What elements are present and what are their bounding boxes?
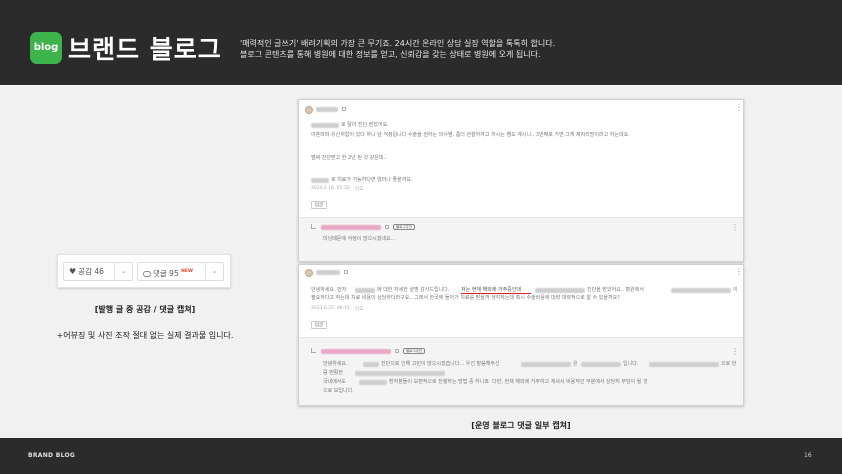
blurred-text <box>521 362 571 367</box>
blurred-text <box>535 288 585 293</box>
header-desc-line-2: 블로그 콘텐츠를 통해 병원에 대한 정보를 얻고, 신뢰감을 갖는 상태로 병… <box>240 50 541 59</box>
comment-text: 벌써 진단받고 한 2년 된 것 같은데.. <box>311 155 387 161</box>
reply-text: 으로 보입니다. <box>323 388 354 394</box>
blurred-text <box>355 371 445 376</box>
blog-owner-badge: 블로그주인 <box>403 348 426 354</box>
blurred-text <box>671 288 731 293</box>
highlighted-text: 저는 현재 해외에 거주중인데 <box>461 287 521 293</box>
comment-icon <box>143 271 151 277</box>
page-header: blog 브랜드 블로그 '매력적인 글쓰기' 배려기획의 가장 큰 무기죠. … <box>0 0 842 85</box>
comment-count: 댓글 95 <box>153 269 179 278</box>
reply-text: 미닝때문에 걱정이 많으시겠네요... <box>323 236 396 242</box>
comment-text: 필요하다고 하는데 치료 비용이 상당하더라구요.. 그래서 한국에 들어가 치… <box>311 295 620 301</box>
comment-text: 이혼마려 유산위험이 있다 하니 넘 걱정됩니다 수술을 권하는 의사쌤, 좀더… <box>311 132 630 138</box>
comment-date: 2024.2.16. 01:32 <box>311 186 350 191</box>
blurred-text <box>311 178 329 183</box>
like-comment-capture: ♥ 공감 46 ⌄ 댓글 95 NEW ⌄ <box>57 254 231 288</box>
chevron-down-icon[interactable]: ⌄ <box>114 263 132 280</box>
lock-icon <box>395 349 399 353</box>
more-icon[interactable]: ⋮ <box>731 224 739 232</box>
blurred-username <box>316 107 338 112</box>
lock-icon <box>344 270 348 274</box>
blurred-text <box>355 288 375 293</box>
more-icon[interactable]: ⋮ <box>735 104 743 112</box>
blurred-text <box>649 362 719 367</box>
blurred-text <box>311 123 339 128</box>
comment-screenshot-1: ⋮ 로 탈이 진단 받았어요. 이혼마려 유산위험이 있다 하니 넘 걱정됩니다… <box>298 99 744 262</box>
right-caption: [운영 블로그 댓글 일부 캡쳐] <box>471 421 571 430</box>
comment-text: 진단을 받았어요.. 병원에서 <box>587 287 644 293</box>
blog-logo-icon: blog <box>30 32 62 64</box>
header-description: '매력적인 글쓰기' 배려기획의 가장 큰 무기죠. 24시간 온라인 상담 실… <box>240 38 555 60</box>
reply-text: 안녕하세요. <box>323 361 348 367</box>
blurred-text <box>581 362 621 367</box>
reply-text: 환자분들이 보편적으로 진행하는 방법 중 하나죠. 다만, 현재 해외에 거주… <box>389 379 648 385</box>
comment-text: 안녕하세요. 먼저 <box>311 287 347 293</box>
reply-area: 블로그주인 ⋮ 미닝때문에 걱정이 많으시겠네요... <box>299 217 743 261</box>
like-count: 공감 46 <box>78 267 104 276</box>
more-icon[interactable]: ⋮ <box>735 268 743 276</box>
comment-date: 2023.6.25. 08:15 <box>311 306 350 311</box>
blog-owner-badge: 블로그주인 <box>393 224 416 230</box>
blurred-blog-name <box>321 349 391 354</box>
more-icon[interactable]: ⋮ <box>731 348 739 356</box>
blurred-text <box>359 380 387 385</box>
reply-text: 국내에서도 <box>323 379 347 385</box>
reply-arrow-icon <box>311 224 316 229</box>
header-desc-line-1: '매력적인 글쓰기' 배려기획의 가장 큰 무기죠. 24시간 온라인 상담 실… <box>240 39 556 48</box>
page-title: 브랜드 블로그 <box>68 35 222 64</box>
avatar <box>305 106 313 114</box>
reply-text: 입니다. <box>623 361 639 367</box>
page-number: 16 <box>804 452 812 459</box>
like-button[interactable]: ♥ 공감 46 ⌄ <box>63 262 133 281</box>
reply-text: 큼 번활한 <box>323 370 343 376</box>
report-link[interactable]: 신고 <box>355 306 363 312</box>
blurred-username <box>316 270 340 275</box>
avatar <box>305 269 313 277</box>
left-caption-note: +어뷰징 및 사진 조작 절대 없는 실제 결과물 입니다. <box>56 331 234 340</box>
comment-text: 이 <box>733 287 738 293</box>
footer-brand: BRAND BLOG <box>28 452 76 459</box>
comment-text: 로 탈이 진단 받았어요. <box>341 122 389 128</box>
lock-icon <box>385 225 389 229</box>
reply-button[interactable]: 답글 <box>311 321 327 329</box>
reply-text: 진단으로 인해 고민이 많으시겠습니다... 우선 말씀해주신 <box>381 361 500 367</box>
page-footer: BRAND BLOG 16 <box>0 438 842 474</box>
reply-area: 블로그주인 ⋮ 안녕하세요. 진단으로 인해 고민이 많으시겠습니다... 우선… <box>299 337 743 405</box>
blurred-text <box>363 362 379 367</box>
reply-arrow-icon <box>311 348 316 353</box>
left-caption-title: [발행 글 중 공감 / 댓글 캡쳐] <box>94 305 196 314</box>
lock-icon <box>342 107 346 111</box>
blurred-blog-name <box>321 225 381 230</box>
new-badge: NEW <box>181 269 193 274</box>
comment-text: 에 대한 자세한 설명 감사드립니다. <box>377 287 450 293</box>
heart-icon: ♥ <box>69 267 77 276</box>
reply-text: 으로 만 <box>721 361 737 367</box>
comment-button[interactable]: 댓글 95 NEW ⌄ <box>137 262 224 281</box>
reply-button[interactable]: 답글 <box>311 201 327 209</box>
report-link[interactable]: 신고 <box>355 186 363 192</box>
reply-text: 은 <box>573 361 578 367</box>
comment-text: 로 치료가 가능하다면 얼마나 좋을까요. <box>331 177 413 183</box>
chevron-down-icon[interactable]: ⌄ <box>205 263 223 280</box>
comment-screenshot-2: ⋮ 안녕하세요. 먼저 에 대한 자세한 설명 감사드립니다. 저는 현재 해외… <box>298 264 744 406</box>
